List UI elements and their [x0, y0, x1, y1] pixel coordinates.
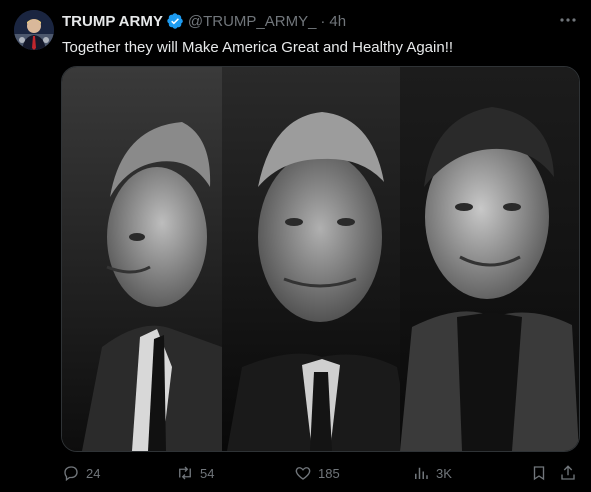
post-text: Together they will Make America Great an… — [62, 39, 454, 56]
views-button[interactable]: 3K — [412, 462, 452, 484]
like-count: 185 — [318, 465, 340, 481]
author-name[interactable]: TRUMP ARMY — [62, 13, 163, 30]
share-button[interactable] — [559, 462, 583, 484]
reply-icon — [64, 466, 78, 482]
portrait-center — [222, 67, 412, 451]
like-button[interactable]: 185 — [294, 462, 340, 484]
separator-dot: · — [320, 12, 326, 30]
media-image — [62, 67, 579, 451]
more-options-icon[interactable] — [557, 10, 579, 30]
verified-badge-icon[interactable] — [166, 12, 184, 30]
bookmark-icon — [533, 466, 545, 481]
share-icon — [561, 465, 575, 480]
post-header: TRUMP ARMY @TRUMP_ARMY_ · 4h — [62, 11, 346, 31]
avatar-image — [14, 10, 54, 50]
repost-icon — [179, 466, 191, 480]
heart-icon — [295, 467, 311, 480]
reply-count: 24 — [86, 465, 101, 481]
bookmark-button[interactable] — [530, 462, 554, 484]
reply-button[interactable]: 24 — [62, 462, 100, 484]
analytics-icon — [415, 467, 428, 479]
post-actions: 24 54 185 3K — [0, 462, 591, 484]
portrait-left — [62, 67, 237, 451]
views-count: 3K — [436, 465, 452, 481]
repost-button[interactable]: 54 — [176, 462, 214, 484]
author-handle[interactable]: @TRUMP_ARMY_ — [188, 13, 317, 30]
post-media[interactable] — [61, 66, 580, 452]
repost-count: 54 — [200, 465, 215, 481]
avatar[interactable] — [14, 10, 54, 50]
post-time[interactable]: 4h — [329, 13, 346, 30]
portrait-right — [400, 67, 579, 451]
